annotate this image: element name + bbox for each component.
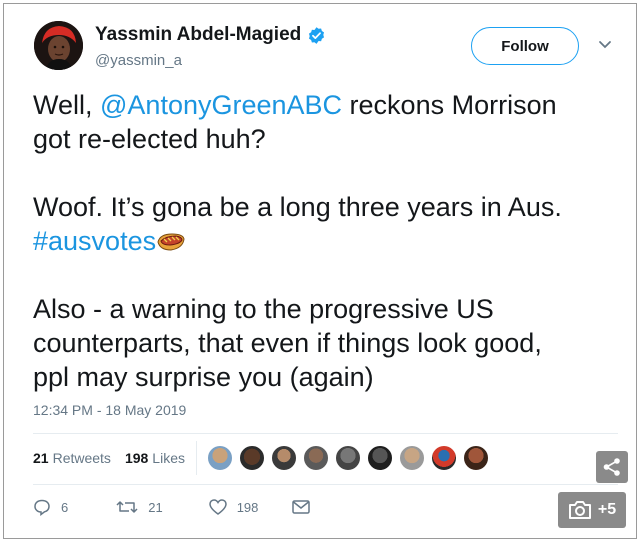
tweet-text: Well, @AntonyGreenABC reckons Morrison g… <box>33 88 608 394</box>
retweet-count: 21 <box>148 499 163 515</box>
author-handle[interactable]: @yassmin_a <box>95 52 182 69</box>
tweet-line: Well, @AntonyGreenABC reckons Morrison <box>33 88 608 122</box>
message-icon <box>292 500 311 514</box>
follow-button[interactable]: Follow <box>471 27 579 65</box>
tweet-line: counterparts, that even if things look g… <box>33 328 542 358</box>
tweet-actions: 6 21 198 <box>33 498 350 516</box>
likes-stat[interactable]: 198 Likes <box>125 450 185 466</box>
avatar[interactable] <box>34 21 83 70</box>
liker-avatar[interactable] <box>463 445 489 471</box>
hashtag-link[interactable]: #ausvotes <box>33 226 156 256</box>
sausage-sizzle-emoji <box>157 233 185 251</box>
liker-avatar[interactable] <box>303 445 329 471</box>
share-icon <box>603 458 620 476</box>
mention-link[interactable]: @AntonyGreenABC <box>100 90 342 120</box>
retweets-label: Retweets <box>52 450 111 466</box>
photo-count-label: +5 <box>597 501 617 518</box>
liker-avatar[interactable] <box>367 445 393 471</box>
liker-avatar[interactable] <box>399 445 425 471</box>
likers-avatars <box>207 445 495 471</box>
tweet-text-segment: reckons Morrison <box>342 90 557 120</box>
tweet-line: Woof. It’s gona be a long three years in… <box>33 192 562 222</box>
reply-icon <box>34 499 50 516</box>
liker-avatar[interactable] <box>207 445 233 471</box>
retweets-stat[interactable]: 21 Retweets <box>33 450 111 466</box>
camera-icon <box>568 501 591 519</box>
photo-gallery-button[interactable]: +5 <box>558 492 626 528</box>
author-name[interactable]: Yassmin Abdel-Magied <box>95 24 301 46</box>
stats-separator <box>196 441 197 475</box>
chevron-down-icon[interactable] <box>598 40 612 50</box>
tweet-line: #ausvotes <box>33 224 608 258</box>
reply-count: 6 <box>61 499 69 515</box>
divider <box>33 484 618 485</box>
liker-avatar[interactable] <box>271 445 297 471</box>
direct-message-action[interactable] <box>292 500 320 514</box>
heart-icon <box>208 499 227 515</box>
retweets-count: 21 <box>33 450 49 466</box>
author-row: Yassmin Abdel-Magied <box>95 24 326 46</box>
likes-label: Likes <box>152 450 185 466</box>
like-action[interactable]: 198 <box>208 499 259 515</box>
retweet-icon <box>116 501 138 513</box>
likes-count: 198 <box>124 450 149 466</box>
liker-avatar[interactable] <box>239 445 265 471</box>
tweet-line: Also - a warning to the progressive US <box>33 294 494 324</box>
engagement-stats: 21 Retweets 198 Likes <box>33 450 185 466</box>
tweet-line: ppl may surprise you (again) <box>33 362 374 392</box>
like-count: 198 <box>236 499 259 515</box>
retweet-action[interactable]: 21 <box>116 499 163 515</box>
liker-avatar[interactable] <box>335 445 361 471</box>
verified-badge-icon <box>309 26 325 44</box>
tweet-line: got re-elected huh? <box>33 124 266 154</box>
reply-action[interactable]: 6 <box>33 498 68 516</box>
liker-avatar[interactable] <box>431 445 457 471</box>
tweet-text-segment: Well, <box>33 90 101 120</box>
timestamp[interactable]: 12:34 PM - 18 May 2019 <box>33 402 186 418</box>
share-button[interactable] <box>596 451 628 483</box>
divider <box>33 433 618 434</box>
